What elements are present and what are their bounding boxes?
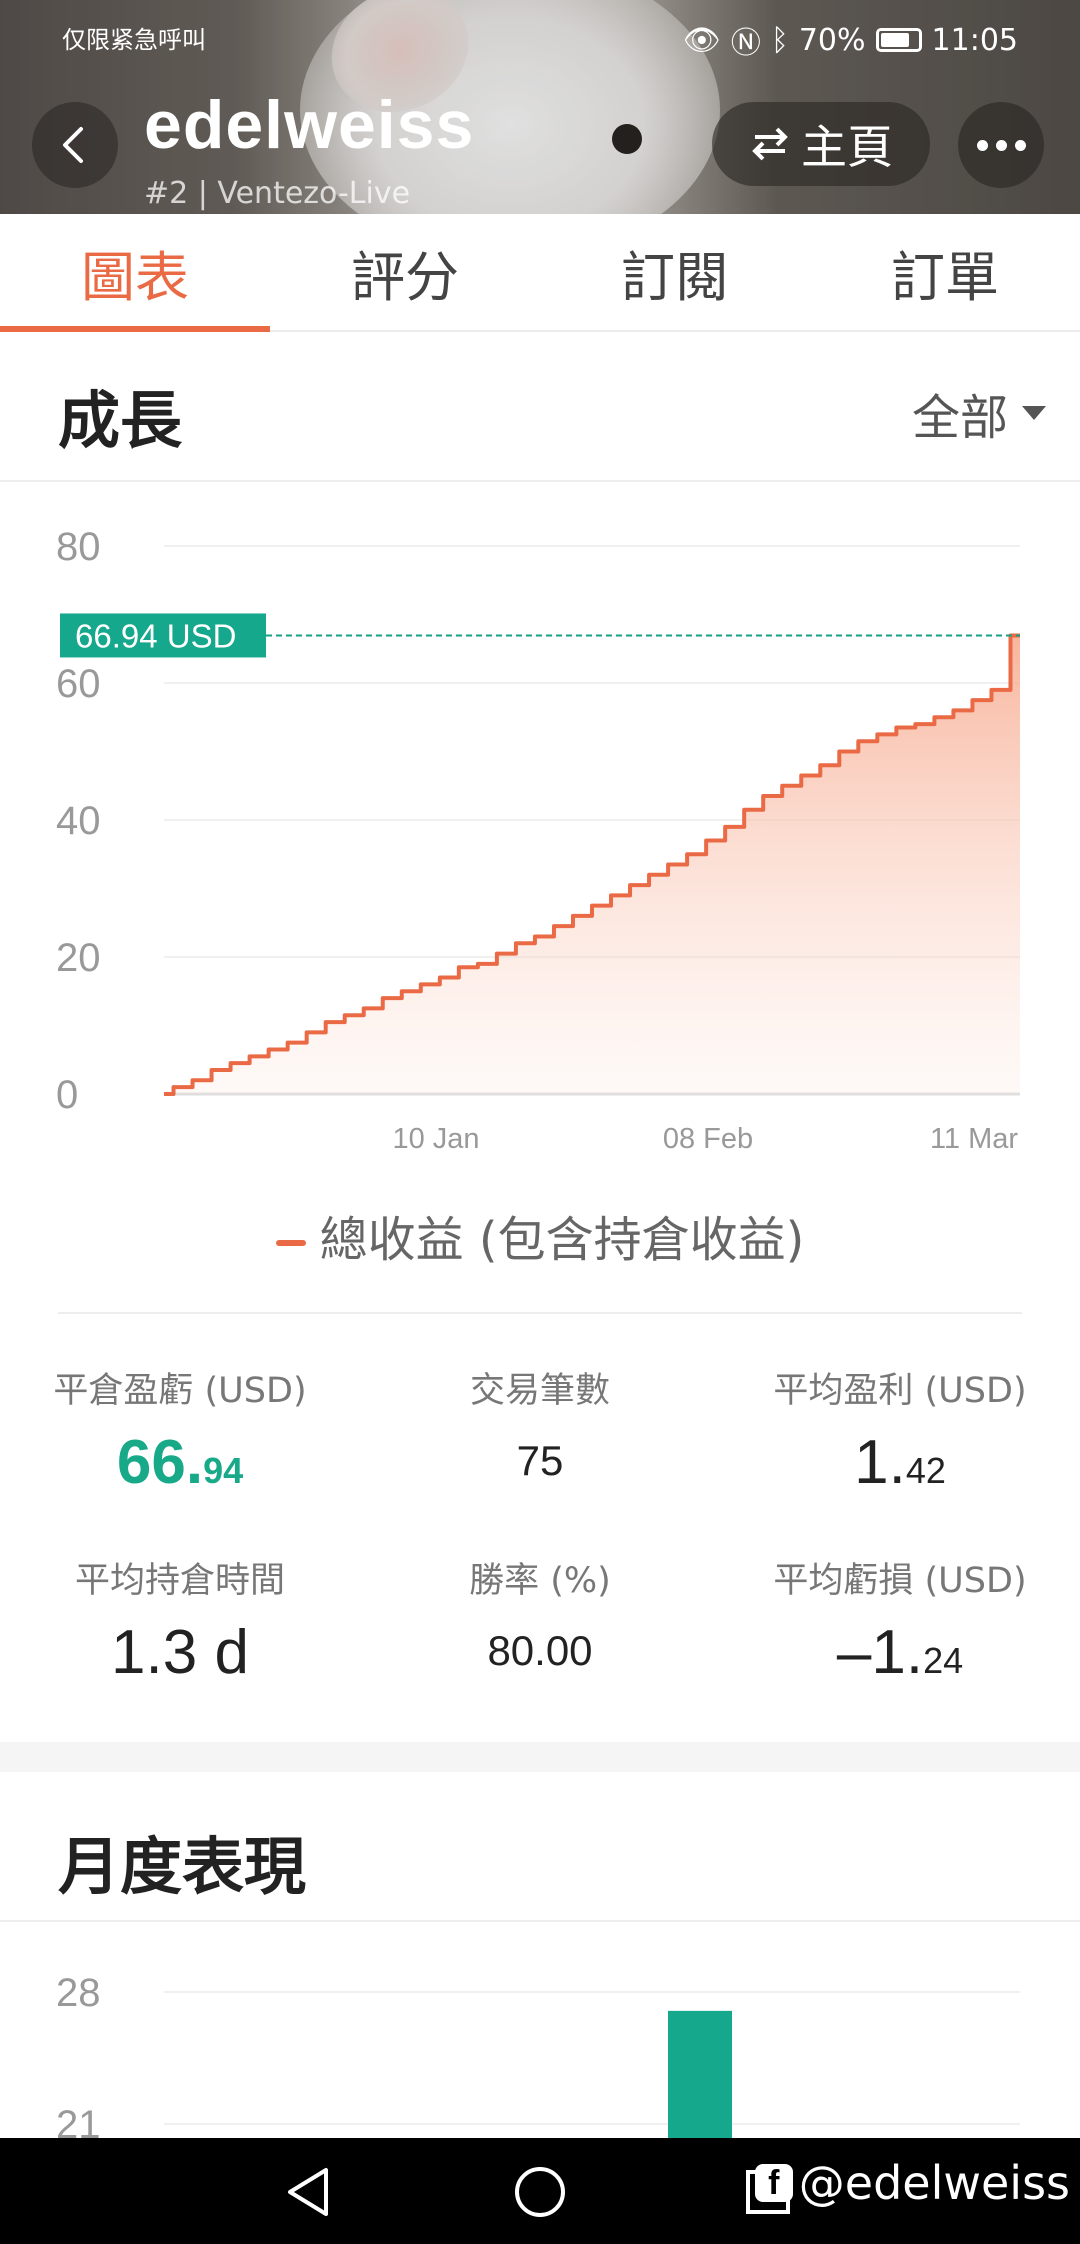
nfc-icon: Ⓝ [730,26,761,61]
clock: 11:05 [931,22,1018,58]
stat-value: 66.94 [116,1428,244,1497]
y-tick-label: 40 [56,799,101,843]
more-dots-icon [976,139,988,151]
range-filter-label: 全部 [911,390,1008,446]
monthly-title: 月度表現 [58,1830,307,1903]
y-tick-label: 80 [56,525,101,569]
y-tick-label: 60 [56,662,101,706]
monthly-header: 月度表現 [0,1772,1080,1922]
stat-value: –1.24 [836,1618,964,1687]
stat-label: 平均持倉時間 [74,1561,285,1601]
stat-win-rate: 勝率 (%) 80.00 [390,1552,690,1675]
home-button[interactable]: 主頁 [712,102,930,186]
profile-header: 仅限紧急呼叫 👁 Ⓝ ᛒ 70% 11:05 edelweiss #2 | Ve… [0,0,1080,214]
home-label: 主頁 [801,120,893,174]
monthly-chart-svg: 28 21 [56,1971,1020,2139]
current-value-label: 66.94 USD [75,617,236,654]
battery-icon [875,28,922,52]
watermark: f @edelweiss [754,2156,1070,2210]
stat-label: 平均虧損 (USD) [773,1561,1027,1601]
x-tick-label: 08 Feb [663,1123,753,1155]
profile-subtitle: #2 | Ventezo-Live [144,176,411,211]
battery-percent: 70% [798,22,866,58]
tab-bar: 圖表 評分 訂閱 訂單 [0,214,1080,332]
stat-value: 75 [516,1437,564,1484]
y-tick-label: 28 [56,1971,101,2015]
stat-value: 1.3 d [111,1618,249,1687]
growth-area [164,635,1020,1094]
back-button[interactable] [32,102,118,188]
nav-back-icon[interactable] [280,2162,340,2222]
nav-home-icon[interactable] [510,2162,570,2222]
system-nav-bar: f @edelweiss [0,2138,1080,2244]
y-tick-label: 21 [56,2103,101,2139]
monthly-chart: 28 21 [0,1924,1080,2139]
profile-name: edelweiss [144,87,475,163]
legend-label: 總收益 (包含持倉收益) [319,1212,805,1268]
bluetooth-icon: ᛒ [770,22,789,58]
legend-swatch [275,1240,306,1246]
tab-rating[interactable]: 評分 [270,214,540,330]
chart-legend: 總收益 (包含持倉收益) [0,1200,1080,1270]
stat-trades: 交易筆數 75 [390,1362,690,1485]
growth-header: 成長 全部 [0,332,1080,482]
carrier-text: 仅限紧急呼叫 [62,26,206,54]
tab-orders[interactable]: 訂單 [810,214,1080,330]
growth-chart-svg: 66.94 USD 80 60 40 20 0 10 Jan 08 Feb 11 Mar [56,525,1020,1155]
caret-down-icon [1022,406,1046,420]
swap-arrows-icon [752,127,788,161]
status-bar: 仅限紧急呼叫 👁 Ⓝ ᛒ 70% 11:05 [0,14,1080,62]
watermark-text: @edelweiss [798,2156,1070,2210]
stat-label: 平倉盈虧 (USD) [53,1371,307,1411]
stat-closed-pnl: 平倉盈虧 (USD) 66.94 [30,1362,330,1498]
tab-chart[interactable]: 圖表 [0,214,270,332]
stat-avg-profit: 平均盈利 (USD) 1.42 [750,1362,1050,1498]
stat-avg-loss: 平均虧損 (USD) –1.24 [750,1552,1050,1688]
stat-label: 交易筆數 [469,1371,610,1411]
x-tick-label: 10 Jan [392,1123,479,1155]
growth-chart: 66.94 USD 80 60 40 20 0 10 Jan 08 Feb 11 Mar 總… [0,482,1080,1282]
tab-subscribe[interactable]: 訂閱 [540,214,810,330]
stat-avg-hold: 平均持倉時間 1.3 d [30,1552,330,1688]
facebook-icon: f [754,2164,793,2202]
y-tick-label: 20 [56,936,101,980]
chevron-left-icon [63,127,83,163]
section-gap [0,1742,1080,1772]
more-button[interactable] [958,102,1044,188]
divider [58,1312,1022,1314]
x-tick-label: 11 Mar [930,1123,1018,1155]
monthly-bar [668,2010,732,2139]
range-filter-dropdown[interactable]: 全部 [912,378,1046,448]
eye-icon: 👁 [682,22,721,58]
y-tick-label: 0 [56,1073,78,1117]
stat-label: 平均盈利 (USD) [773,1371,1027,1411]
stat-value: 80.00 [487,1627,593,1674]
growth-title: 成長 [58,384,183,457]
stat-value: 1.42 [854,1428,946,1497]
stat-label: 勝率 (%) [469,1561,611,1601]
